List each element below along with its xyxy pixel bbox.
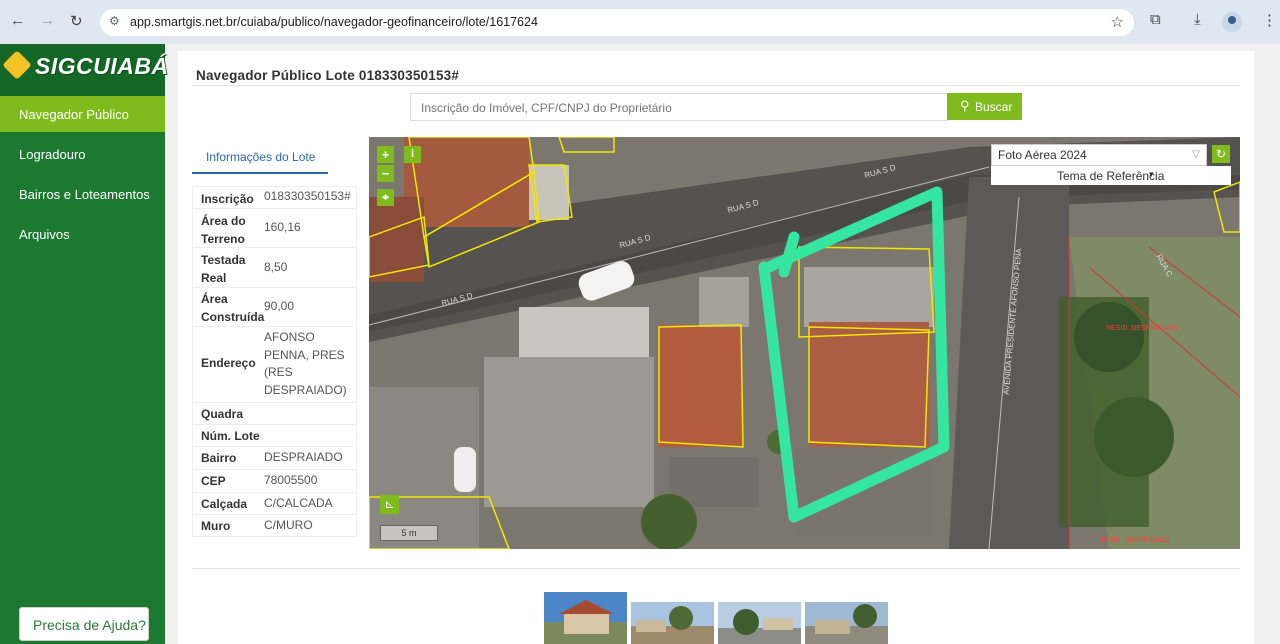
info-key: Quadra — [201, 407, 244, 421]
reference-theme-button[interactable]: Tema de Referência ▾ — [991, 166, 1231, 185]
address-bar[interactable]: ⚙ app.smartgis.net.br/cuiaba/publico/nav… — [100, 9, 1134, 36]
sidebar: SIGCUIABÁ Navegador Público Logradouro B… — [0, 44, 168, 644]
help-button-label: Precisa de Ajuda? — [33, 617, 146, 633]
photo-thumbnail[interactable] — [631, 602, 714, 644]
photo-thumbnail-image — [805, 602, 888, 644]
info-key: Inscrição — [201, 192, 254, 206]
sidebar-item-label: Navegador Público — [19, 107, 129, 122]
area-label: RESID. DESPRAIADO — [1099, 537, 1171, 544]
logo-mark-icon — [2, 50, 32, 80]
photo-thumbnail-image — [631, 602, 714, 644]
url-text[interactable]: app.smartgis.net.br/cuiaba/publico/naveg… — [130, 15, 538, 29]
sidebar-item-logradouro[interactable]: Logradouro — [0, 136, 165, 172]
caret-down-icon: ▾ — [1149, 169, 1154, 179]
photo-thumbnail-image — [718, 602, 801, 644]
info-key: Área Construída — [201, 292, 265, 324]
info-key: Endereço — [201, 356, 256, 370]
info-value: 90,00 — [264, 299, 295, 313]
info-row-area-construida: Área Construída 90,00 — [193, 288, 356, 327]
photo-thumbnail[interactable] — [544, 592, 627, 644]
section-divider — [192, 568, 1240, 569]
tab-informacoes-lote[interactable]: Informações do Lote — [192, 144, 328, 172]
search-input[interactable] — [419, 98, 943, 118]
site-settings-icon[interactable]: ⚙ — [109, 14, 120, 28]
sidebar-item-arquivos[interactable]: Arquivos — [0, 216, 165, 252]
forward-icon[interactable]: → — [40, 12, 55, 29]
aerial-photo — [369, 137, 1240, 549]
info-row-calcada: Calçada C/CALCADA — [193, 493, 356, 515]
info-row-testada: Testada Real 8,50 — [193, 248, 356, 288]
info-key: Testada Real — [201, 253, 246, 285]
info-icon[interactable]: i — [404, 146, 421, 163]
locate-icon[interactable]: ⌖ — [377, 189, 394, 206]
scale-bar: 5 m — [380, 525, 438, 541]
sidebar-item-label: Bairros e Loteamentos — [19, 187, 150, 202]
info-row-area-terreno: Área do Terreno 160,16 — [193, 209, 356, 248]
info-row-muro: Muro C/MURO — [193, 515, 356, 536]
sidebar-item-navegador-publico[interactable]: Navegador Público — [0, 96, 165, 132]
measure-icon[interactable]: ⊾ — [380, 495, 399, 514]
help-button[interactable]: Precisa de Ajuda? — [19, 607, 149, 641]
info-value: C/MURO — [264, 518, 313, 532]
photo-thumbnail-image — [544, 592, 627, 644]
info-key: Muro — [201, 519, 231, 533]
logo[interactable]: SIGCUIABÁ — [0, 44, 168, 96]
info-value: AFONSO PENNA, PRES (RES DESPRAIADO) — [264, 330, 347, 397]
page-title: Navegador Público Lote 018330350153# — [196, 68, 460, 83]
aerial-map[interactable]: RUA S D RUA S D RUA S D RUA S D AVENIDA … — [369, 137, 1240, 549]
info-key: Calçada — [201, 497, 248, 511]
refresh-icon[interactable]: ↻ — [1212, 145, 1230, 163]
info-row-num-lote: Núm. Lote — [193, 425, 356, 447]
info-key: Área do Terreno — [201, 214, 246, 246]
reload-icon[interactable]: ↻ — [70, 12, 83, 30]
info-row-bairro: Bairro DESPRAIADO — [193, 447, 356, 470]
info-row-endereco: Endereço AFONSO PENNA, PRES (RES DESPRAIA… — [193, 327, 356, 403]
search-button[interactable]: ⚲ Buscar — [947, 93, 1022, 120]
info-key: CEP — [201, 474, 226, 488]
title-divider — [192, 85, 1240, 86]
search-button-label: Buscar — [975, 100, 1013, 114]
browser-toolbar: ← → ↻ ⚙ app.smartgis.net.br/cuiaba/publi… — [0, 0, 1280, 44]
back-icon[interactable]: ← — [10, 12, 25, 29]
info-value: 160,16 — [264, 220, 301, 234]
search-icon: ⚲ — [960, 98, 970, 113]
layer-select[interactable]: Foto Aérea 2024 ▽ — [991, 144, 1207, 166]
chevron-down-icon: ▽ — [1192, 149, 1200, 160]
sidebar-item-label: Arquivos — [19, 227, 70, 242]
tab-underline — [192, 172, 328, 174]
photo-thumbnail[interactable] — [805, 602, 888, 644]
info-value: C/CALCADA — [264, 496, 333, 510]
info-value: 018330350153# — [264, 189, 351, 203]
menu-icon[interactable]: ⋮ — [1262, 11, 1277, 29]
info-value: 8,50 — [264, 260, 288, 274]
info-row-cep: CEP 78005500 — [193, 470, 356, 493]
area-label: RESID. DESPRAIADO — [1106, 325, 1178, 332]
lot-info-table: Inscrição 018330350153# Área do Terreno 16… — [192, 186, 357, 537]
tab-label: Informações do Lote — [206, 150, 316, 164]
info-row-inscricao: Inscrição 018330350153# — [193, 187, 356, 209]
info-value: 78005500 — [264, 473, 318, 487]
zoom-in-button[interactable]: + — [377, 146, 394, 163]
zoom-out-button[interactable]: − — [377, 165, 394, 182]
info-value: DESPRAIADO — [264, 450, 343, 464]
sidebar-item-label: Logradouro — [19, 147, 86, 162]
sidebar-item-bairros[interactable]: Bairros e Loteamentos — [0, 176, 165, 212]
info-key: Núm. Lote — [201, 429, 260, 443]
info-row-quadra: Quadra — [193, 403, 356, 425]
layer-select-value: Foto Aérea 2024 — [998, 148, 1087, 162]
search-field[interactable] — [410, 93, 949, 121]
profile-avatar[interactable] — [1222, 12, 1242, 32]
main-panel: Navegador Público Lote 018330350153# ⚲ B… — [178, 51, 1254, 644]
download-icon[interactable]: ⤓ — [1194, 11, 1201, 28]
logo-text: SIGCUIABÁ — [35, 53, 169, 79]
extensions-icon[interactable]: ⧉ — [1150, 11, 1161, 28]
bookmark-star-icon[interactable]: ☆ — [1111, 13, 1124, 31]
photo-thumbnail[interactable] — [718, 602, 801, 644]
info-key: Bairro — [201, 451, 237, 465]
